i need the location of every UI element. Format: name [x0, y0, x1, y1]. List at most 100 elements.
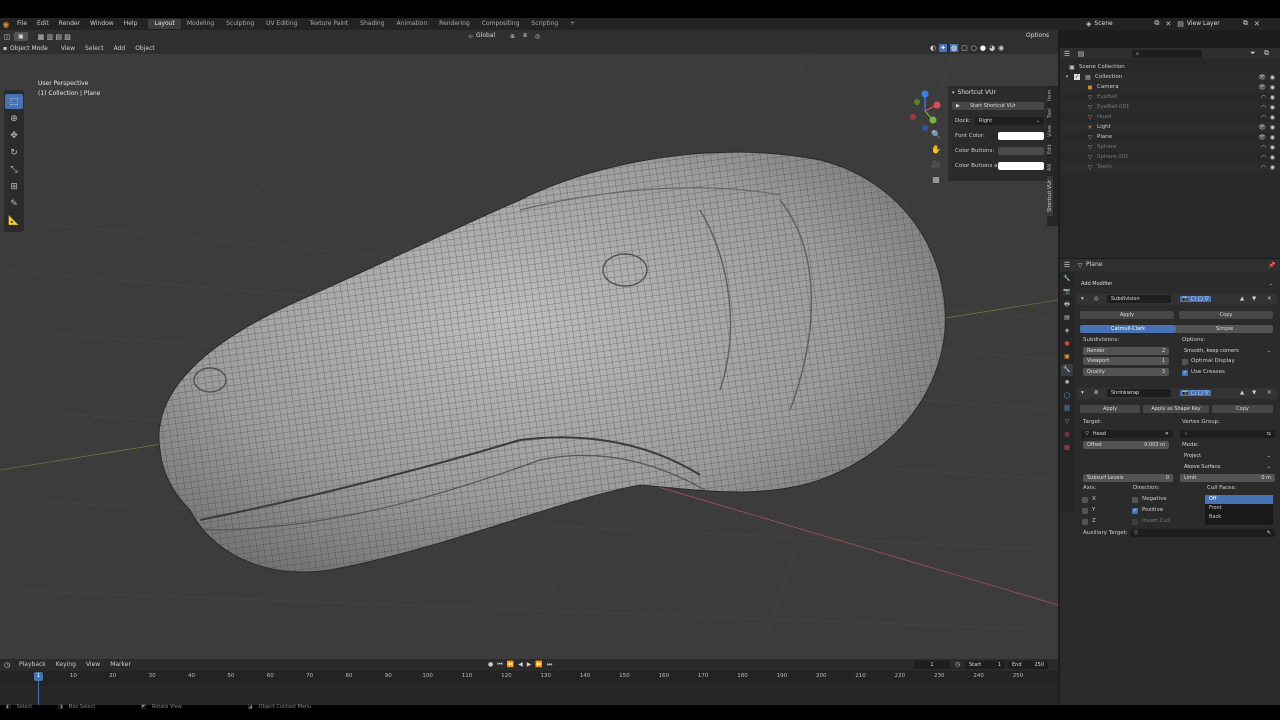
- eye-icon[interactable]: 👁: [1258, 84, 1266, 91]
- menu-edit[interactable]: Edit: [32, 20, 54, 28]
- menu-timeline-view[interactable]: View: [81, 661, 105, 669]
- menu-window[interactable]: Window: [85, 20, 119, 28]
- properties-editor-icon[interactable]: ☰: [1060, 261, 1074, 269]
- tab-rendering[interactable]: Rendering: [433, 19, 476, 29]
- blender-logo-icon[interactable]: ◉: [0, 20, 12, 29]
- outliner-item[interactable]: ▽ Head ◠ ◉: [1060, 112, 1280, 122]
- menu-help[interactable]: Help: [119, 20, 143, 28]
- viewport-scene[interactable]: [0, 30, 1058, 659]
- scene-tab-icon[interactable]: ◈: [1061, 325, 1073, 337]
- negative-checkbox[interactable]: [1132, 497, 1138, 503]
- keyframe-track[interactable]: [0, 685, 1058, 705]
- outliner-item[interactable]: ▽ Sphere ◠ ◉: [1060, 142, 1280, 152]
- add-workspace-button[interactable]: +: [564, 19, 581, 29]
- navigation-gizmo[interactable]: [904, 86, 946, 136]
- shading-material-icon[interactable]: ◕: [989, 44, 995, 52]
- gizmo-toggle-icon[interactable]: ✦: [939, 44, 947, 52]
- ortho-grid-icon[interactable]: ▦: [930, 175, 942, 187]
- tab-shortcut-vur[interactable]: Shortcut VUr: [1047, 176, 1053, 216]
- invert-cull-checkbox[interactable]: [1132, 519, 1138, 525]
- object-mode-select[interactable]: Object Mode: [10, 45, 56, 53]
- uv-smooth-select[interactable]: Smooth, keep corners ⌄: [1180, 347, 1275, 355]
- tab-uv-editing[interactable]: UV Editing: [260, 19, 303, 29]
- checkbox-icon[interactable]: ✓: [1074, 74, 1080, 80]
- tab-animation[interactable]: Animation: [391, 19, 434, 29]
- menu-object[interactable]: Object: [130, 45, 160, 53]
- modifier-toggle-icons[interactable]: 📷 ▢ ▢ ▽: [1180, 296, 1211, 302]
- collapse-icon[interactable]: ▾: [1081, 296, 1084, 302]
- remove-modifier-icon[interactable]: ✕: [1267, 390, 1272, 396]
- add-modifier-button[interactable]: Add Modifier ⌄: [1077, 280, 1277, 288]
- move-down-icon[interactable]: ▼: [1252, 390, 1256, 396]
- subsurf-levels-field[interactable]: Subsurf Levels 0: [1083, 474, 1173, 482]
- record-icon[interactable]: ●: [488, 661, 493, 669]
- current-frame-field[interactable]: 1: [914, 661, 950, 669]
- eye-icon[interactable]: ◠: [1261, 144, 1266, 151]
- render-camera-icon[interactable]: ◉: [1270, 134, 1275, 141]
- vertex-group-field[interactable]: ⁘ ⇆: [1180, 430, 1275, 438]
- tab-compositing[interactable]: Compositing: [476, 19, 526, 29]
- viewlayer-selector[interactable]: View Layer: [1187, 20, 1237, 28]
- collapse-triangle-icon[interactable]: ▾: [952, 90, 955, 96]
- eye-icon[interactable]: ◠: [1261, 94, 1266, 101]
- pin-icon[interactable]: 📌: [1268, 262, 1275, 269]
- data-tab-icon[interactable]: ▽: [1061, 416, 1073, 428]
- selection-mode-icons[interactable]: ▦ ▥ ▤ ▧: [38, 33, 71, 41]
- modifier-toggle-icons[interactable]: 📷 ▢ ▢ ▽: [1180, 390, 1211, 396]
- trex-head-mesh[interactable]: [158, 151, 946, 573]
- dock-select[interactable]: Right ⌄: [975, 117, 1044, 125]
- zoom-icon[interactable]: 🔍: [930, 130, 942, 142]
- jump-start-icon[interactable]: ⏮: [497, 661, 502, 669]
- move-tool-icon[interactable]: ✥: [5, 128, 23, 143]
- object-tab-icon[interactable]: ▣: [1061, 351, 1073, 363]
- offset-field[interactable]: Offset 0.003 m: [1083, 441, 1169, 449]
- outliner-item[interactable]: ▽ EyeBall.001 ◠ ◉: [1060, 102, 1280, 112]
- 3d-viewport[interactable]: ◫ ▣ ▦ ▥ ▤ ▧ ⊹ Global ⊕ ⧈ ◎ Options ▪ Obj…: [0, 30, 1058, 659]
- catmull-clark-button[interactable]: Catmull-Clark: [1080, 325, 1176, 333]
- rotate-tool-icon[interactable]: ↻: [5, 145, 23, 160]
- eye-icon[interactable]: 👁: [1258, 134, 1266, 141]
- render-camera-icon[interactable]: ◉: [1270, 154, 1275, 161]
- gizmo-x-icon[interactable]: [933, 101, 941, 109]
- outliner-search-input[interactable]: ⌕: [1132, 50, 1202, 58]
- outliner-editor-icon[interactable]: ☰: [1060, 50, 1074, 58]
- tab-edit[interactable]: Edit: [1047, 140, 1053, 158]
- outliner-item[interactable]: ☀ Light 👁 ◉: [1060, 122, 1280, 132]
- tab-view[interactable]: View: [1047, 122, 1053, 140]
- transform-orientation-select[interactable]: Global: [476, 32, 506, 40]
- axis-z-checkbox[interactable]: [1082, 519, 1088, 525]
- render-camera-icon[interactable]: ◉: [1270, 74, 1275, 81]
- overlay-toggle-icon[interactable]: ◍: [949, 44, 959, 52]
- menu-add[interactable]: Add: [109, 45, 131, 53]
- render-camera-icon[interactable]: ◉: [1270, 144, 1275, 151]
- auxiliary-target-field[interactable]: ▽ ✎: [1130, 529, 1275, 537]
- axis-x-checkbox[interactable]: [1082, 497, 1088, 503]
- delete-viewlayer-icon[interactable]: ✕: [1254, 20, 1260, 28]
- shading-solid-icon[interactable]: ●: [980, 44, 986, 52]
- timeline-editor[interactable]: ◷ Playback Keying View Marker ● ⏮ ⏪ ◀ ▶ …: [0, 659, 1058, 705]
- tab-tool[interactable]: Tool: [1047, 104, 1053, 122]
- play-icon[interactable]: ▶: [527, 661, 532, 669]
- new-collection-icon[interactable]: ⧉: [1264, 49, 1269, 58]
- viewport-levels-field[interactable]: Viewport 1: [1083, 357, 1169, 365]
- eyedropper-icon[interactable]: ✎: [1267, 529, 1271, 537]
- physics-tab-icon[interactable]: ◯: [1061, 390, 1073, 402]
- positive-checkbox[interactable]: ✓: [1132, 508, 1138, 514]
- prev-key-icon[interactable]: ⏪: [507, 661, 514, 669]
- eye-icon[interactable]: 👁: [1258, 124, 1266, 131]
- render-camera-icon[interactable]: ◉: [1270, 84, 1275, 91]
- play-reverse-icon[interactable]: ◀: [518, 661, 523, 669]
- eye-icon[interactable]: 👁: [1258, 74, 1266, 81]
- tab-an[interactable]: AN: [1047, 158, 1053, 176]
- outliner-item[interactable]: ▽ Sphere.001 ◠ ◉: [1060, 152, 1280, 162]
- cull-option-front[interactable]: Front: [1205, 504, 1273, 513]
- invert-icon[interactable]: ⇆: [1267, 430, 1271, 438]
- tab-shading[interactable]: Shading: [354, 19, 390, 29]
- move-down-icon[interactable]: ▼: [1252, 296, 1256, 302]
- outliner-collection[interactable]: ▾ ✓ ▤ Collection 👁 ◉: [1060, 72, 1280, 82]
- render-camera-icon[interactable]: ◉: [1270, 104, 1275, 111]
- menu-view[interactable]: View: [56, 45, 80, 53]
- gizmo-z-icon[interactable]: [921, 90, 929, 98]
- menu-select[interactable]: Select: [80, 45, 109, 53]
- tab-layout[interactable]: Layout: [148, 19, 181, 29]
